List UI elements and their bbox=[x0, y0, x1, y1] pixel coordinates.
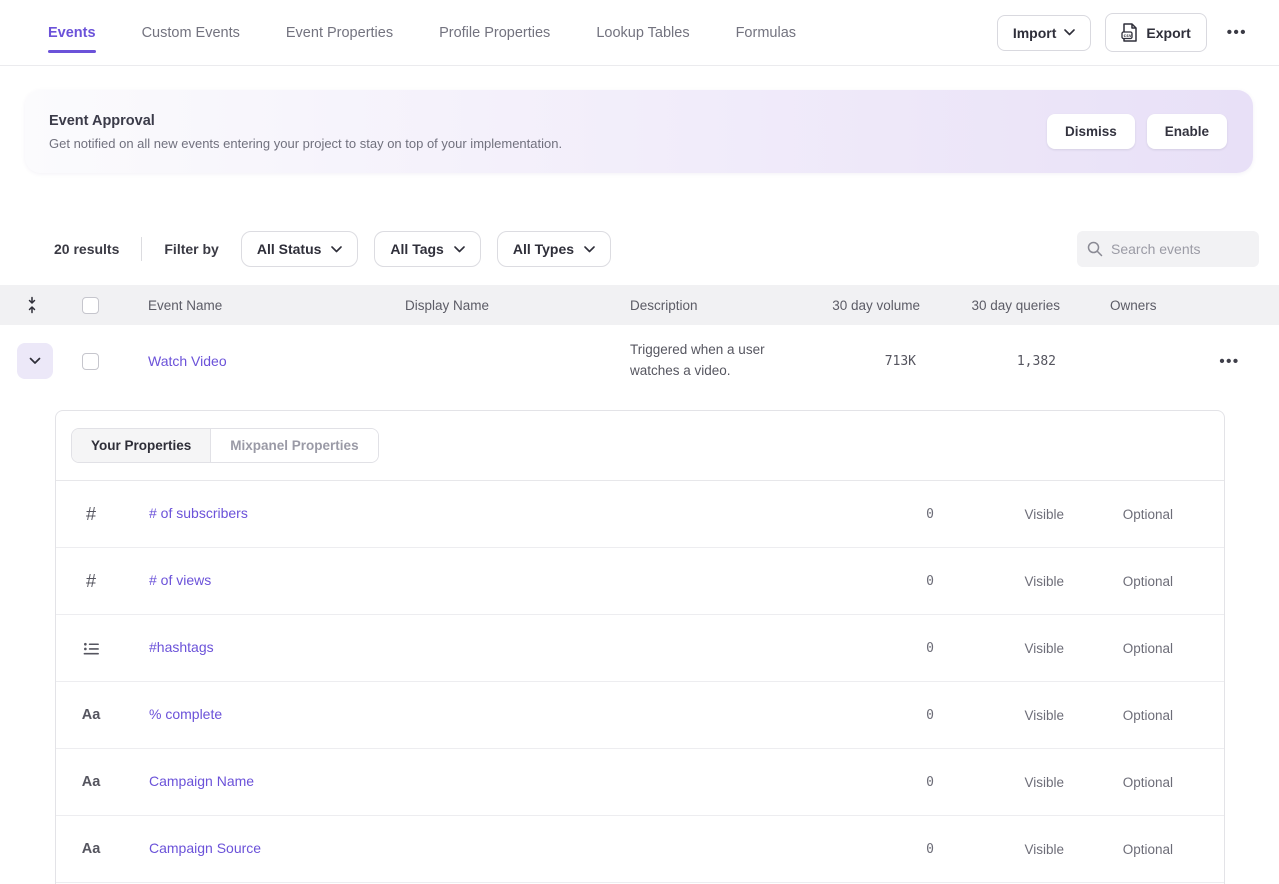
top-navigation-bar: Events Custom Events Event Properties Pr… bbox=[0, 0, 1279, 66]
collapse-all-icon[interactable] bbox=[0, 296, 64, 314]
property-visibility: Visible bbox=[934, 708, 1064, 723]
property-row: # # of views 0 Visible Optional bbox=[56, 548, 1224, 615]
column-owners: Owners bbox=[1060, 298, 1180, 313]
property-name-link[interactable]: Campaign Source bbox=[126, 840, 261, 856]
text-icon: Aa bbox=[82, 774, 101, 790]
tab-mixpanel-properties[interactable]: Mixpanel Properties bbox=[211, 429, 377, 462]
status-filter-dropdown[interactable]: All Status bbox=[241, 231, 359, 267]
property-requirement: Optional bbox=[1064, 708, 1224, 723]
property-requirement: Optional bbox=[1064, 775, 1224, 790]
column-30-day-volume: 30 day volume bbox=[800, 298, 920, 313]
column-display-name: Display Name bbox=[385, 298, 610, 313]
banner-description: Get notified on all new events entering … bbox=[49, 136, 562, 151]
tab-events[interactable]: Events bbox=[48, 0, 96, 65]
property-row: Aa Campaign Name 0 Visible Optional bbox=[56, 749, 1224, 816]
filter-by-label: Filter by bbox=[164, 241, 218, 257]
chevron-down-icon bbox=[1064, 29, 1075, 36]
enable-button[interactable]: Enable bbox=[1147, 114, 1227, 149]
nav-tabs: Events Custom Events Event Properties Pr… bbox=[48, 0, 796, 65]
tab-lookup-tables[interactable]: Lookup Tables bbox=[596, 0, 689, 65]
property-count: 0 bbox=[824, 641, 934, 656]
event-row-watch-video: Watch Video Triggered when a user watche… bbox=[0, 325, 1279, 397]
chevron-down-icon bbox=[454, 246, 465, 253]
property-visibility: Visible bbox=[934, 842, 1064, 857]
text-icon: Aa bbox=[82, 841, 101, 857]
number-icon: # bbox=[86, 504, 96, 525]
property-visibility: Visible bbox=[934, 574, 1064, 589]
dismiss-button[interactable]: Dismiss bbox=[1047, 114, 1135, 149]
events-table-header: Event Name Display Name Description 30 d… bbox=[0, 285, 1279, 325]
column-30-day-queries: 30 day queries bbox=[920, 298, 1060, 313]
property-visibility: Visible bbox=[934, 775, 1064, 790]
properties-tab-control: Your Properties Mixpanel Properties bbox=[71, 428, 379, 463]
collapse-row-chevron-icon[interactable] bbox=[17, 343, 53, 379]
property-requirement: Optional bbox=[1064, 842, 1224, 857]
property-count: 0 bbox=[824, 708, 934, 723]
tab-profile-properties[interactable]: Profile Properties bbox=[439, 0, 550, 65]
export-button[interactable]: csv Export bbox=[1105, 13, 1206, 52]
property-requirement: Optional bbox=[1064, 641, 1224, 656]
results-count: 20 results bbox=[54, 241, 119, 257]
search-events-box bbox=[1077, 231, 1259, 267]
divider bbox=[141, 237, 142, 261]
number-icon: # bbox=[86, 571, 96, 592]
banner-text: Event Approval Get notified on all new e… bbox=[45, 113, 562, 151]
event-approval-banner: Event Approval Get notified on all new e… bbox=[25, 90, 1253, 173]
tab-custom-events[interactable]: Custom Events bbox=[142, 0, 240, 65]
search-events-input[interactable] bbox=[1111, 241, 1249, 257]
row-more-options-icon[interactable]: ••• bbox=[1219, 353, 1239, 370]
list-icon bbox=[83, 640, 100, 657]
svg-text:csv: csv bbox=[1124, 34, 1133, 39]
row-checkbox[interactable] bbox=[82, 353, 99, 370]
tags-filter-dropdown[interactable]: All Tags bbox=[374, 231, 480, 267]
event-volume: 713K bbox=[800, 354, 920, 369]
property-name-link[interactable]: % complete bbox=[126, 706, 222, 722]
export-button-label: Export bbox=[1146, 25, 1190, 41]
chevron-down-icon bbox=[584, 246, 595, 253]
more-options-icon[interactable]: ••• bbox=[1221, 20, 1253, 45]
property-requirement: Optional bbox=[1064, 507, 1224, 522]
property-count: 0 bbox=[824, 507, 934, 522]
property-row: #hashtags 0 Visible Optional bbox=[56, 615, 1224, 682]
banner-title: Event Approval bbox=[49, 113, 562, 129]
event-description: Triggered when a user watches a video. bbox=[630, 340, 800, 382]
banner-actions: Dismiss Enable bbox=[1047, 114, 1227, 149]
types-filter-dropdown[interactable]: All Types bbox=[497, 231, 611, 267]
event-queries: 1,382 bbox=[920, 354, 1060, 369]
property-count: 0 bbox=[824, 574, 934, 589]
import-button-label: Import bbox=[1013, 25, 1057, 41]
property-name-link[interactable]: # of views bbox=[126, 572, 211, 588]
text-icon: Aa bbox=[82, 707, 101, 723]
property-name-link[interactable]: # of subscribers bbox=[126, 505, 248, 521]
property-row: Aa Campaign Source 0 Visible Optional bbox=[56, 816, 1224, 883]
select-all-checkbox[interactable] bbox=[82, 297, 99, 314]
status-filter-value: All Status bbox=[257, 241, 322, 257]
tab-formulas[interactable]: Formulas bbox=[736, 0, 796, 65]
topbar-actions: Import csv Export ••• bbox=[997, 13, 1253, 52]
property-count: 0 bbox=[824, 842, 934, 857]
import-button[interactable]: Import bbox=[997, 15, 1092, 51]
property-row: # # of subscribers 0 Visible Optional bbox=[56, 481, 1224, 548]
column-event-name: Event Name bbox=[128, 298, 385, 313]
tags-filter-value: All Tags bbox=[390, 241, 443, 257]
event-properties-panel: Your Properties Mixpanel Properties # # … bbox=[55, 410, 1225, 884]
tab-your-properties[interactable]: Your Properties bbox=[72, 429, 211, 462]
property-count: 0 bbox=[824, 775, 934, 790]
tab-event-properties[interactable]: Event Properties bbox=[286, 0, 393, 65]
filter-toolbar: 20 results Filter by All Status All Tags… bbox=[0, 230, 1279, 268]
event-name-link[interactable]: Watch Video bbox=[148, 353, 227, 369]
properties-tabs-header: Your Properties Mixpanel Properties bbox=[56, 411, 1224, 481]
csv-file-icon: csv bbox=[1121, 23, 1138, 42]
search-icon bbox=[1087, 241, 1103, 257]
chevron-down-icon bbox=[331, 246, 342, 253]
types-filter-value: All Types bbox=[513, 241, 574, 257]
column-description: Description bbox=[610, 298, 800, 313]
property-visibility: Visible bbox=[934, 641, 1064, 656]
property-visibility: Visible bbox=[934, 507, 1064, 522]
property-name-link[interactable]: Campaign Name bbox=[126, 773, 254, 789]
property-row: Aa % complete 0 Visible Optional bbox=[56, 682, 1224, 749]
property-requirement: Optional bbox=[1064, 574, 1224, 589]
property-name-link[interactable]: #hashtags bbox=[126, 639, 214, 655]
